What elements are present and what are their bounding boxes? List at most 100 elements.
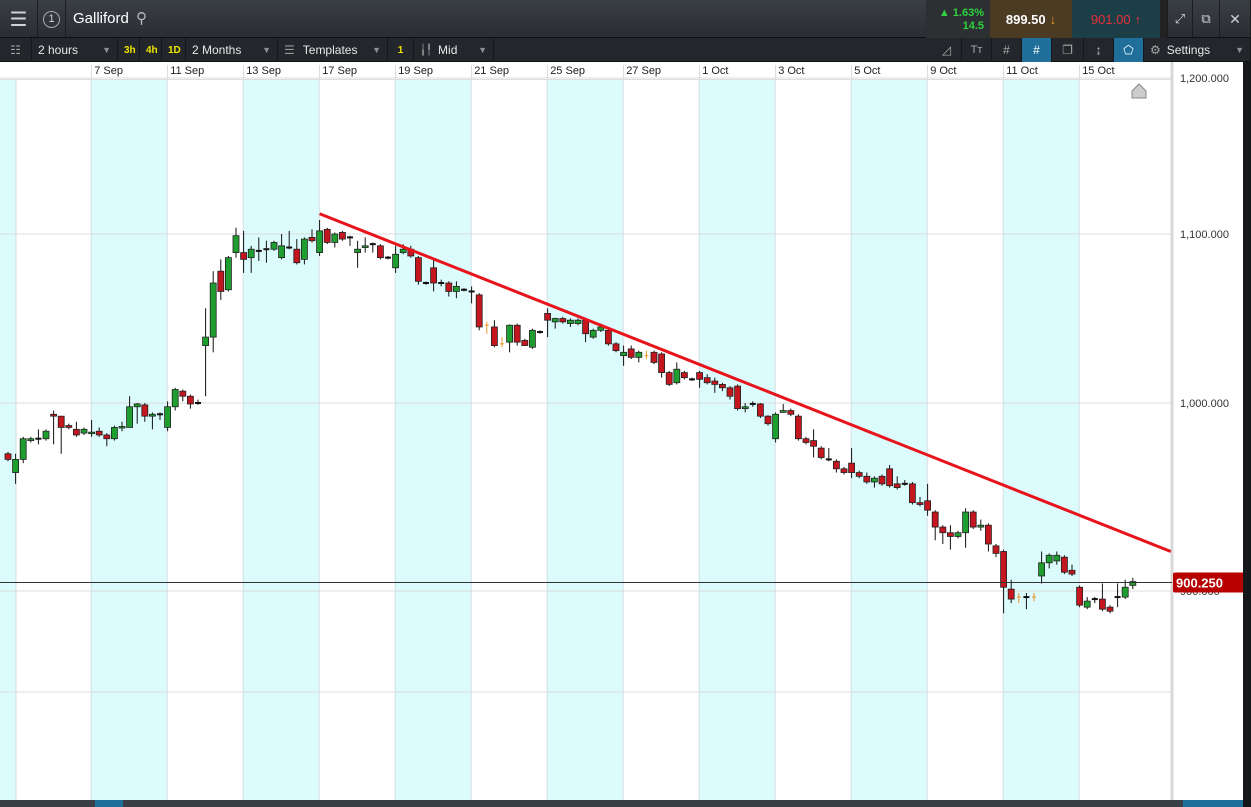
sell-price: 899.50 — [1005, 11, 1046, 27]
candle — [795, 414, 802, 441]
candle-body — [947, 532, 954, 537]
crosshair-grid-icon[interactable]: # — [1022, 38, 1052, 62]
candle-body — [376, 245, 384, 259]
candle-body — [772, 413, 779, 440]
candle-body — [992, 545, 1000, 554]
price-tag-icon[interactable]: ⬠ — [1114, 38, 1144, 62]
candle — [589, 328, 597, 339]
candle-body — [308, 236, 316, 242]
candle-body — [939, 526, 947, 534]
text-tool-icon[interactable]: Tт — [962, 38, 992, 62]
candle-body — [12, 458, 20, 473]
candle-body — [300, 238, 308, 260]
price-chart[interactable]: 1,200.0001,100.0001,000.000900.000900.25… — [0, 62, 1243, 800]
candle — [270, 240, 278, 251]
close-icon[interactable]: ✕ — [1220, 0, 1251, 38]
candle-body — [232, 235, 240, 253]
candle — [376, 244, 384, 260]
candle-body — [217, 270, 225, 292]
settings-label: Settings — [1166, 43, 1211, 57]
candle-body — [1007, 588, 1015, 600]
interval-dropdown[interactable]: 2 hours ▼ — [32, 38, 118, 62]
drag-handle[interactable] — [1160, 0, 1168, 38]
candle-body — [506, 324, 514, 343]
chevron-down-icon: ▼ — [1235, 45, 1244, 55]
candle — [909, 481, 916, 505]
candle — [817, 446, 825, 460]
range-dropdown[interactable]: 2 Months ▼ — [186, 38, 278, 62]
instrument-title[interactable]: Galliford — [73, 10, 129, 27]
candle-body — [65, 425, 73, 428]
layers-icon[interactable]: ❐ — [1052, 38, 1084, 62]
candle-body — [202, 336, 210, 346]
price-type-dropdown[interactable]: ╽╿ Mid ▼ — [414, 38, 494, 62]
indicator-icon[interactable]: ↨ — [1084, 38, 1114, 62]
search-icon[interactable]: ⚲ — [136, 9, 147, 27]
popout-icon[interactable]: ⧉ — [1193, 0, 1220, 38]
templates-dropdown[interactable]: ☰ Templates ▼ — [278, 38, 388, 62]
range-label: 2 Months — [192, 43, 242, 57]
up-arrow-icon: ↑ — [1134, 11, 1142, 27]
price-axis-background — [1172, 62, 1243, 800]
draw-line-icon[interactable]: ◿ — [932, 38, 962, 62]
interval-4h[interactable]: 4h — [140, 38, 162, 62]
candle-body — [490, 326, 498, 346]
candle-body — [764, 415, 772, 425]
candle — [886, 465, 893, 488]
candle-body — [544, 313, 551, 321]
candle-body — [673, 368, 681, 384]
candle-body — [57, 415, 65, 428]
candle-body — [323, 228, 331, 243]
candle — [529, 328, 536, 349]
candle — [224, 255, 232, 292]
candle — [764, 415, 772, 426]
chevron-down-icon: ▼ — [102, 45, 111, 55]
candle-body — [73, 428, 80, 436]
candle-body — [529, 329, 536, 348]
candle — [969, 510, 977, 529]
buy-button[interactable]: 901.00 ↑ — [1072, 0, 1160, 38]
candle-body — [681, 372, 688, 379]
candle-body — [445, 282, 453, 292]
settings-dropdown[interactable]: ⚙ Settings ▼ — [1144, 38, 1251, 62]
current-price-label: 900.250 — [1176, 576, 1223, 591]
candle-body — [795, 415, 802, 440]
candle — [612, 342, 620, 353]
candle-body — [1000, 551, 1007, 588]
sell-button[interactable]: 899.50 ↓ — [990, 0, 1072, 38]
candle — [1061, 555, 1068, 575]
candle — [111, 425, 118, 441]
candle-body — [650, 351, 658, 363]
candle-body — [582, 319, 589, 335]
candle-body — [475, 294, 483, 328]
candle — [338, 230, 346, 241]
maximize-icon[interactable]: ⤢ — [1168, 0, 1193, 38]
candle-body — [719, 384, 726, 389]
grid-icon[interactable]: # — [992, 38, 1022, 62]
candle-body — [893, 483, 901, 488]
candle-body — [757, 403, 764, 417]
candle-body — [878, 475, 886, 485]
list-icon[interactable]: ☷ — [0, 38, 32, 62]
candle — [19, 436, 27, 464]
candle-body — [1106, 606, 1114, 612]
candle — [171, 387, 179, 411]
link-group-icon[interactable]: 1 — [38, 0, 66, 38]
candle-body — [103, 434, 111, 440]
candle-body — [270, 242, 278, 250]
menu-icon[interactable]: ☰ — [0, 0, 38, 38]
candle-body — [331, 233, 339, 243]
interval-3h[interactable]: 3h — [118, 38, 140, 62]
candle-body — [817, 447, 825, 458]
candle-body — [164, 406, 172, 428]
count-badge[interactable]: 1 — [388, 38, 414, 62]
price-change: ▲ 1.63% 14.5 — [926, 0, 990, 38]
candle-body — [886, 468, 893, 487]
interval-1d[interactable]: 1D — [162, 38, 186, 62]
candle-body — [787, 410, 795, 415]
candle-body — [171, 389, 179, 408]
candle-body — [612, 343, 620, 352]
candle-body — [969, 511, 977, 528]
candle-body — [589, 329, 597, 338]
candle-body — [1061, 556, 1068, 573]
